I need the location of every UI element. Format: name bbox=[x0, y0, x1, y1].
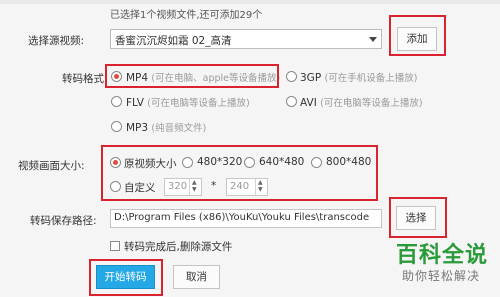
source-video-label: 选择源视频: bbox=[28, 35, 85, 47]
save-path-value: D:\Program Files (x86)\YouKu\Youku Files… bbox=[114, 212, 370, 223]
source-video-select[interactable]: 香蜜沉沉烬如霜 02_高清 bbox=[110, 29, 382, 49]
size-separator: * bbox=[211, 180, 217, 192]
custom-width-value: 320 bbox=[168, 181, 188, 192]
option-3gp-name: 3GP bbox=[300, 72, 322, 84]
option-mp3-desc: (纯音频文件) bbox=[151, 123, 207, 134]
delete-source-checkbox[interactable] bbox=[110, 241, 120, 251]
option-640x480: 640*480 bbox=[259, 156, 305, 168]
radio-3gp[interactable] bbox=[286, 71, 297, 82]
radio-original-size[interactable] bbox=[110, 157, 121, 168]
watermark-title: 百科全说 bbox=[395, 243, 488, 268]
radio-custom-size[interactable] bbox=[110, 181, 121, 192]
option-original-size: 原视频大小 bbox=[124, 158, 177, 170]
top-divider bbox=[0, 0, 500, 4]
transcode-dialog: 已选择1个视频文件,还可添加29个 选择源视频: 香蜜沉沉烬如霜 02_高清 添… bbox=[0, 0, 500, 297]
option-flv-desc: (可在电脑等设备上播放) bbox=[147, 98, 250, 109]
highlight-box-start bbox=[89, 259, 163, 296]
custom-height-value: 240 bbox=[230, 181, 250, 192]
format-label: 转码格式: bbox=[62, 73, 108, 85]
save-path-input[interactable]: D:\Program Files (x86)\YouKu\Youku Files… bbox=[110, 209, 382, 228]
source-video-selected: 香蜜沉沉烬如霜 02_高清 bbox=[115, 35, 232, 47]
custom-height-stepper[interactable]: 240 ▲ ▼ bbox=[226, 178, 268, 196]
stepper-arrows-icon[interactable]: ▲ ▼ bbox=[189, 179, 201, 195]
stepper-arrows-icon[interactable]: ▲ ▼ bbox=[255, 179, 267, 195]
radio-480x320[interactable] bbox=[182, 157, 193, 168]
radio-800x480[interactable] bbox=[311, 157, 322, 168]
custom-size-label: 自定义 bbox=[124, 182, 156, 194]
highlight-box-choose bbox=[389, 197, 447, 238]
custom-width-stepper[interactable]: 320 ▲ ▼ bbox=[164, 178, 202, 196]
option-3gp: 3GP (可在手机设备上播放) bbox=[300, 70, 417, 84]
option-flv-name: FLV bbox=[126, 97, 144, 109]
highlight-box-mp4 bbox=[105, 64, 279, 88]
save-path-label: 转码保存路径: bbox=[30, 215, 97, 227]
chevron-down-icon bbox=[369, 37, 377, 42]
option-mp3: MP3 (纯音频文件) bbox=[126, 120, 206, 134]
option-3gp-desc: (可在手机设备上播放) bbox=[324, 73, 418, 84]
video-size-label: 视频画面大小: bbox=[18, 160, 85, 172]
cancel-button[interactable]: 取消 bbox=[173, 265, 220, 289]
radio-avi[interactable] bbox=[286, 96, 297, 107]
option-avi-desc: (可在电脑等设备上播放) bbox=[320, 98, 423, 109]
highlight-box-add bbox=[389, 15, 446, 56]
radio-mp3[interactable] bbox=[111, 121, 122, 132]
option-flv: FLV (可在电脑等设备上播放) bbox=[126, 95, 250, 109]
option-avi: AVI (可在电脑等设备上播放) bbox=[300, 95, 423, 109]
option-800x480: 800*480 bbox=[326, 156, 372, 168]
option-480x320: 480*320 bbox=[197, 156, 243, 168]
option-mp3-name: MP3 bbox=[126, 122, 149, 134]
radio-flv[interactable] bbox=[111, 96, 122, 107]
file-count-hint: 已选择1个视频文件,还可添加29个 bbox=[110, 10, 263, 21]
delete-source-label: 转码完成后,删除源文件 bbox=[124, 241, 233, 253]
watermark-subtitle: 助你轻松解决 bbox=[401, 269, 480, 283]
radio-640x480[interactable] bbox=[244, 157, 255, 168]
option-avi-name: AVI bbox=[300, 97, 317, 109]
